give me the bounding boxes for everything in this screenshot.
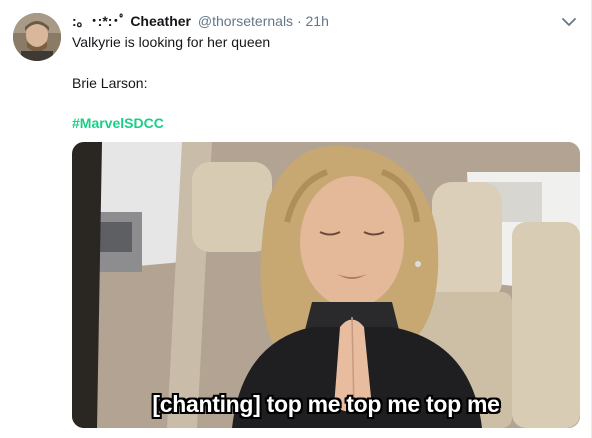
display-name[interactable]: :。･:*:･ﾟ Cheather	[72, 13, 191, 29]
tweet-media[interactable]: [chanting] top me top me top me	[72, 142, 580, 428]
timestamp[interactable]: 21h	[306, 13, 329, 29]
tweet[interactable]: :。･:*:･ﾟ Cheather @thorseternals · 21h V…	[0, 0, 592, 438]
hashtag-link[interactable]: #MarvelSDCC	[72, 114, 164, 132]
chevron-down-icon[interactable]	[561, 14, 577, 30]
media-caption: [chanting] top me top me top me	[152, 391, 500, 417]
tweet-text-line: Valkyrie is looking for her queen	[72, 34, 271, 50]
avatar-image	[13, 13, 61, 61]
tweet-text-line: Brie Larson:	[72, 75, 148, 91]
avatar[interactable]	[13, 13, 61, 61]
separator-dot: ·	[296, 13, 302, 29]
tweet-header: :。･:*:･ﾟ Cheather @thorseternals · 21h	[72, 12, 551, 30]
media-image	[72, 142, 580, 428]
user-handle[interactable]: @thorseternals	[198, 13, 293, 29]
